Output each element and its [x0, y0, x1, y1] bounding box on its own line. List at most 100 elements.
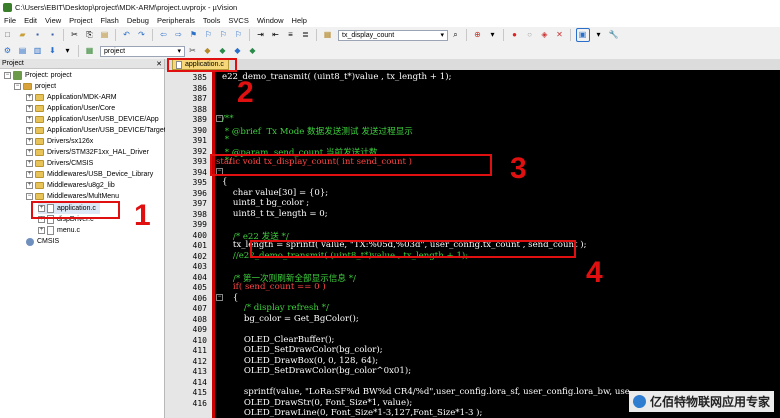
expand-icon[interactable]: + [26, 94, 33, 101]
collapse-icon[interactable]: − [26, 193, 33, 200]
line-number: 415 [192, 388, 207, 397]
line-number: 386 [192, 83, 207, 93]
breakpoint-disable-icon[interactable]: ○ [524, 29, 536, 41]
find-icon[interactable]: ⌕ [450, 29, 462, 41]
tree-group[interactable]: + Application/User/USB_DEVICE/Target [26, 125, 166, 136]
tree-cmsis[interactable]: CMSIS [26, 236, 59, 247]
expand-icon[interactable]: + [26, 171, 33, 178]
file-extensions-icon[interactable]: ◆ [202, 45, 214, 57]
tree-group[interactable]: + Application/User/Core [26, 103, 115, 114]
folder-icon [35, 193, 44, 200]
tree-file-menu[interactable]: + menu.c [38, 225, 80, 236]
menu-project[interactable]: Project [65, 16, 96, 25]
code-line-405: { [222, 292, 239, 303]
undo-icon[interactable]: ↶ [121, 29, 133, 41]
new-file-icon[interactable]: □ [2, 29, 14, 41]
tree-target[interactable]: − project [14, 81, 56, 92]
download-icon[interactable]: ⬇ [47, 45, 59, 57]
bookmark-next-icon[interactable]: ⚐ [218, 29, 230, 41]
target-options-icon[interactable]: ✂ [187, 45, 199, 57]
rebuild-icon[interactable]: ▥ [32, 45, 44, 57]
tree-group[interactable]: + Drivers/STM32F1xx_HAL_Driver [26, 147, 149, 158]
open-folder-icon[interactable]: ▰ [17, 29, 29, 41]
indent-icon[interactable]: ⇥ [255, 29, 267, 41]
expand-icon[interactable]: + [26, 105, 33, 112]
breakpoint-icon[interactable]: ● [509, 29, 521, 41]
menu-file[interactable]: File [0, 16, 20, 25]
paste-icon[interactable]: ▤ [99, 29, 111, 41]
annotation-box-2 [167, 58, 237, 72]
menu-view[interactable]: View [41, 16, 65, 25]
nav-back-icon[interactable]: ⇦ [158, 29, 170, 41]
code-line-396: uint8_t bg_color ; [222, 198, 310, 208]
tree-group[interactable]: + Middlewares/u8g2_lib [26, 180, 115, 191]
line-number: 392 [192, 146, 207, 156]
tree-group[interactable]: + Drivers/CMSIS [26, 158, 93, 169]
cut-icon[interactable]: ✂ [69, 29, 81, 41]
unindent-icon[interactable]: ⇤ [270, 29, 282, 41]
menu-bar: File Edit View Project Flash Debug Perip… [0, 14, 780, 27]
expand-icon[interactable]: + [26, 138, 33, 145]
line-number: 407 [192, 304, 207, 313]
download-dropdown-icon[interactable]: ▾ [62, 45, 74, 57]
expand-icon[interactable]: + [26, 127, 33, 134]
code-line-409: OLED_ClearBuffer(); [222, 334, 335, 345]
comment-icon[interactable]: ≡ [285, 29, 297, 41]
save-icon[interactable]: ▪ [32, 29, 44, 41]
menu-debug[interactable]: Debug [123, 16, 153, 25]
menu-flash[interactable]: Flash [97, 16, 123, 25]
nav-forward-icon[interactable]: ⇨ [173, 29, 185, 41]
tree-group[interactable]: + Drivers/sx126x [26, 136, 93, 147]
build-icon[interactable]: ▤ [17, 45, 29, 57]
expand-icon[interactable]: + [26, 116, 33, 123]
line-number: 405 [192, 283, 207, 292]
configure-icon[interactable]: 🔧 [608, 29, 620, 41]
line-number: 399 [192, 220, 207, 229]
expand-icon[interactable]: + [26, 182, 33, 189]
menu-window[interactable]: Window [253, 16, 288, 25]
menu-edit[interactable]: Edit [20, 16, 41, 25]
c-file-icon [47, 226, 54, 235]
tree-group-label: Middlewares/MultMenu [47, 193, 119, 200]
tree-group[interactable]: + Middlewares/USB_Device_Library [26, 169, 153, 180]
window-layout-dropdown-icon[interactable]: ▾ [593, 29, 605, 41]
select-packs-icon[interactable]: ◆ [232, 45, 244, 57]
manage-components-icon[interactable]: ◆ [217, 45, 229, 57]
breakpoint-disable-all-icon[interactable]: ◈ [539, 29, 551, 41]
bookmark-clear-icon[interactable]: ⚐ [233, 29, 245, 41]
line-number: 401 [192, 241, 207, 250]
expand-icon[interactable]: + [26, 160, 33, 167]
menu-svcs[interactable]: SVCS [224, 16, 252, 25]
pane-close-icon[interactable]: ✕ [156, 60, 162, 68]
menu-tools[interactable]: Tools [199, 16, 225, 25]
zoom-dropdown-icon[interactable]: ▾ [487, 29, 499, 41]
copy-icon[interactable]: ⎘ [84, 29, 96, 41]
function-combo[interactable]: tx_display_count ▾ [338, 29, 448, 41]
toolbar-build: ⚙ ▤ ▥ ⬇ ▾ ▦ project ▾ ✂ ◆ ◆ ◆ ◆ [0, 43, 780, 60]
code-line-410: OLED_SetDrawColor(bg_color); [222, 345, 383, 355]
pack-installer-icon[interactable]: ◆ [247, 45, 259, 57]
translate-icon[interactable]: ⚙ [2, 45, 14, 57]
tree-group[interactable]: + Application/MDK-ARM [26, 92, 117, 103]
bookmark-icon[interactable]: ⚑ [188, 29, 200, 41]
collapse-icon[interactable]: − [4, 72, 11, 79]
redo-icon[interactable]: ↷ [136, 29, 148, 41]
target-combo[interactable]: project ▾ [100, 45, 185, 57]
collapse-icon[interactable]: − [14, 83, 21, 90]
tree-group[interactable]: + Application/User/USB_DEVICE/App [26, 114, 159, 125]
function-combo-value: tx_display_count [342, 31, 395, 39]
expand-icon[interactable]: + [26, 149, 33, 156]
save-all-icon[interactable]: ▪ [47, 29, 59, 41]
tree-root[interactable]: − Project: project [4, 70, 72, 81]
menu-help[interactable]: Help [288, 16, 311, 25]
zoom-icon[interactable]: ⊕ [472, 29, 484, 41]
bookmark-prev-icon[interactable]: ⚐ [203, 29, 215, 41]
find-in-files-icon[interactable]: ▦ [322, 29, 334, 41]
uncomment-icon[interactable]: ≣ [300, 29, 312, 41]
menu-peripherals[interactable]: Peripherals [153, 16, 199, 25]
flash-icon[interactable]: ▦ [84, 45, 96, 57]
window-layout-icon[interactable]: ▣ [575, 28, 590, 42]
line-number: 403 [192, 262, 207, 271]
breakpoint-kill-icon[interactable]: ✕ [554, 29, 566, 41]
expand-icon[interactable]: + [38, 227, 45, 234]
